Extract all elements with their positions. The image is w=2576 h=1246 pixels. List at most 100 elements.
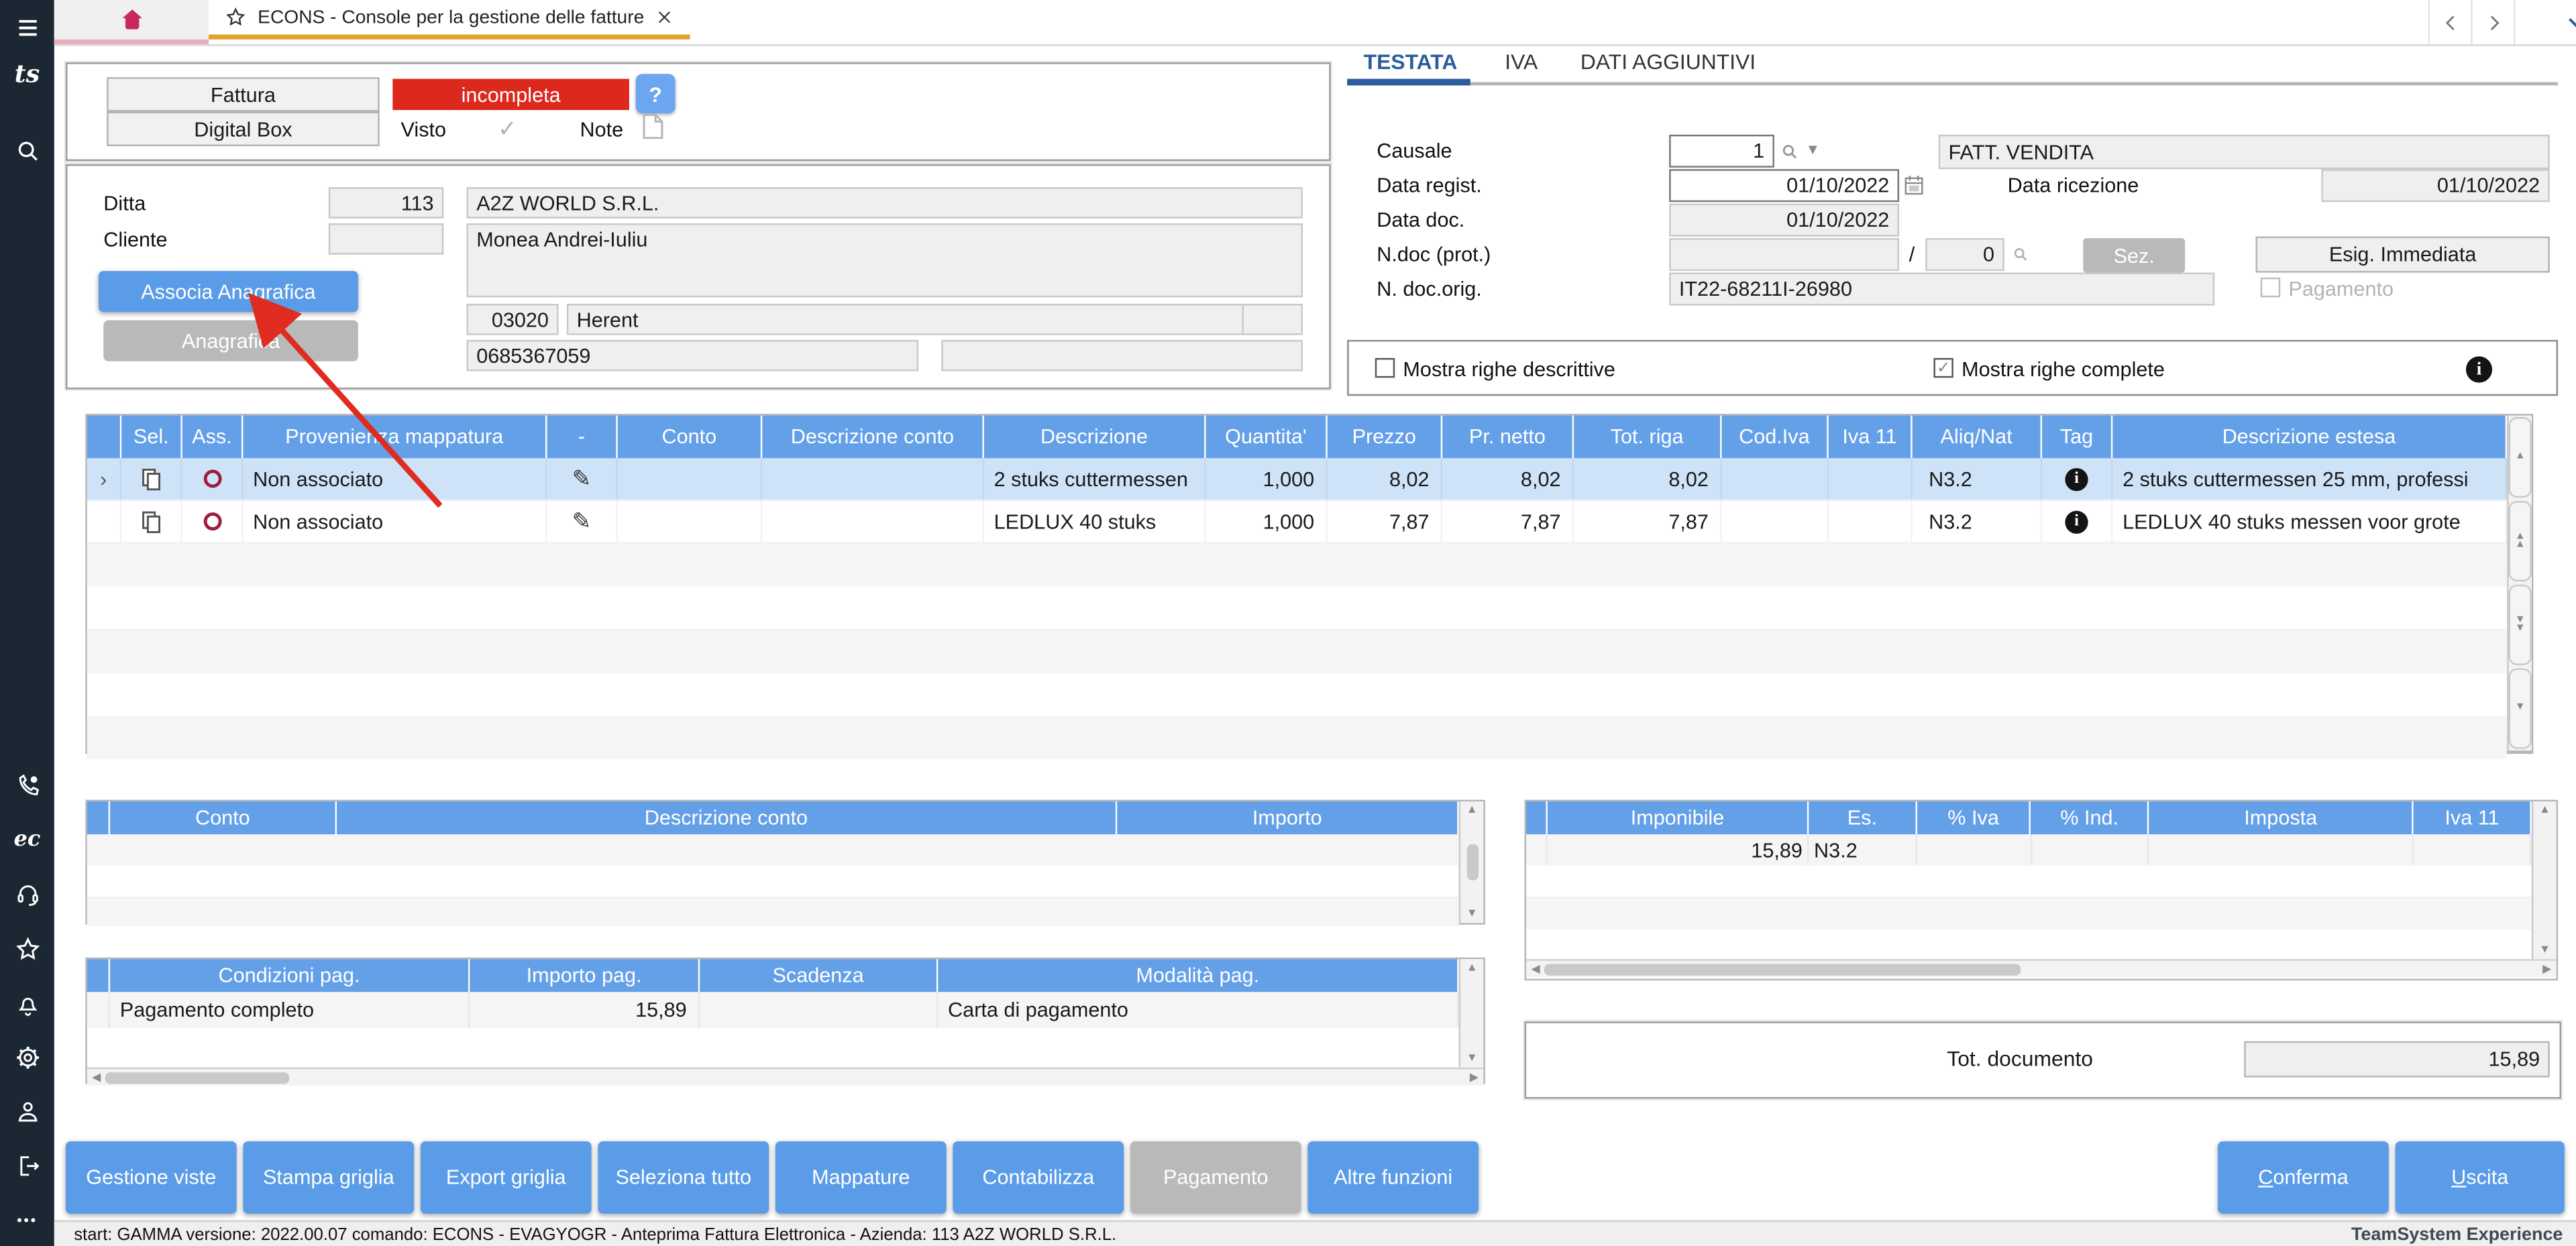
- scroll-up-icon[interactable]: ▲: [1466, 962, 1478, 974]
- search-icon[interactable]: [13, 136, 42, 164]
- edit-cell[interactable]: ✎: [547, 501, 618, 542]
- scroll-left-icon[interactable]: ◀: [1531, 962, 1540, 976]
- causale-dropdown-icon[interactable]: ▼: [1805, 141, 1820, 158]
- digital-box-button[interactable]: Digital Box: [107, 112, 380, 146]
- column-header[interactable]: Descrizione conto: [337, 801, 1117, 834]
- mostra-complete-checkbox[interactable]: ✓: [1933, 358, 1953, 378]
- pagamenti-horizontal-scrollbar[interactable]: ◀ ▶: [87, 1068, 1484, 1086]
- mostra-descrittive-checkbox[interactable]: [1375, 358, 1395, 378]
- column-header[interactable]: Modalità pag.: [938, 959, 1458, 992]
- aliq-nat-cell[interactable]: N3.2: [1913, 501, 2042, 542]
- descrizione-cell[interactable]: LEDLUX 40 stuks: [984, 501, 1206, 542]
- column-header[interactable]: Tot. riga: [1574, 416, 1721, 459]
- pagamento-button[interactable]: Pagamento: [1130, 1141, 1301, 1214]
- column-header[interactable]: Pr. netto: [1442, 416, 1574, 459]
- column-header[interactable]: Provenienza mappatura: [243, 416, 547, 459]
- column-header[interactable]: Prezzo: [1328, 416, 1442, 459]
- copy-icon[interactable]: [140, 467, 162, 490]
- conto-cell[interactable]: [618, 501, 763, 542]
- tab-dati-aggiuntivi[interactable]: DATI AGGIUNTIVI: [1580, 49, 1756, 74]
- provincia-field[interactable]: [1242, 304, 1303, 335]
- cliente-name-field[interactable]: Monea Andrei-Iuliu: [467, 223, 1303, 297]
- tag-cell[interactable]: i: [2042, 458, 2112, 499]
- phone-contact-icon[interactable]: [13, 772, 42, 800]
- note-document-icon[interactable]: [643, 113, 664, 139]
- column-header[interactable]: Conto: [110, 801, 337, 834]
- iva-horizontal-scrollbar[interactable]: ◀ ▶: [1526, 959, 2557, 977]
- iva-grid-scrollbar[interactable]: ▲ ▼: [2532, 801, 2557, 959]
- seleziona-tutto-button[interactable]: Seleziona tutto: [598, 1141, 769, 1214]
- pr-netto-cell[interactable]: 7,87: [1442, 501, 1574, 542]
- conferma-button[interactable]: Conferma: [2218, 1141, 2389, 1214]
- column-header[interactable]: Descrizione estesa: [2112, 416, 2507, 459]
- sez-button[interactable]: Sez.: [2083, 238, 2185, 272]
- logout-icon[interactable]: [13, 1151, 42, 1180]
- close-tab-icon[interactable]: [655, 8, 674, 26]
- descrizione-conto-cell[interactable]: [762, 501, 984, 542]
- hamburger-menu-icon[interactable]: [13, 13, 42, 42]
- cod-iva-cell[interactable]: [1722, 458, 1829, 499]
- visto-check-icon[interactable]: ✓: [498, 115, 517, 143]
- ndoc-prot-field[interactable]: [1669, 238, 1899, 271]
- scroll-up-icon[interactable]: ▲: [1466, 805, 1478, 816]
- scroll-down-icon[interactable]: ▼: [2539, 944, 2551, 956]
- user-profile-icon[interactable]: [13, 1097, 42, 1125]
- scroll-right-icon[interactable]: ▶: [2542, 962, 2551, 976]
- scadenza-cell[interactable]: [700, 992, 938, 1028]
- more-options-icon[interactable]: •••: [13, 1206, 42, 1234]
- select-cell[interactable]: [121, 458, 182, 499]
- tab-testata[interactable]: TESTATA: [1364, 49, 1458, 74]
- conto-grid-scrollbar[interactable]: ▲ ▼: [1459, 801, 1484, 923]
- column-header[interactable]: Importo: [1117, 801, 1458, 834]
- causale-search-icon[interactable]: [1781, 143, 1799, 161]
- imponibile-cell[interactable]: 15,89: [1548, 834, 1809, 866]
- imposta-cell[interactable]: [2149, 834, 2414, 866]
- altre-funzioni-button[interactable]: Altre funzioni: [1307, 1141, 1479, 1214]
- gear-settings-icon[interactable]: [13, 1043, 42, 1071]
- data-regist-input[interactable]: 01/10/2022: [1669, 169, 1899, 202]
- table-row[interactable]: 15,89 N3.2: [1526, 834, 2532, 866]
- pr-netto-cell[interactable]: 8,02: [1442, 458, 1574, 499]
- column-header[interactable]: Imposta: [2149, 801, 2414, 834]
- perc-iva-cell[interactable]: [1917, 834, 2032, 866]
- cap-field[interactable]: 03020: [467, 304, 559, 335]
- iva11-cell[interactable]: [1829, 501, 1913, 542]
- column-header[interactable]: Tag: [2042, 416, 2112, 459]
- column-header[interactable]: Scadenza: [700, 959, 938, 992]
- provenienza-cell[interactable]: Non associato: [243, 501, 547, 542]
- econs-tab[interactable]: ECONS - Console per la gestione delle fa…: [209, 0, 690, 40]
- scroll-up-icon[interactable]: ▲: [2539, 805, 2551, 816]
- email-field[interactable]: [941, 340, 1303, 372]
- column-header[interactable]: Iva 11: [2414, 801, 2531, 834]
- bell-notifications-icon[interactable]: [13, 988, 42, 1017]
- scroll-down-icon[interactable]: ▼: [1466, 908, 1478, 919]
- es-cell[interactable]: N3.2: [1809, 834, 1917, 866]
- esig-immediata-button[interactable]: Esig. Immediata: [2255, 237, 2549, 273]
- ec-icon[interactable]: ec: [13, 826, 42, 854]
- select-cell[interactable]: [121, 501, 182, 542]
- column-header[interactable]: Cod.Iva: [1722, 416, 1829, 459]
- star-favorites-icon[interactable]: [13, 934, 42, 962]
- column-header[interactable]: Iva 11: [1829, 416, 1913, 459]
- column-header[interactable]: Conto: [618, 416, 763, 459]
- scroll-thumb[interactable]: [1545, 963, 2021, 974]
- scroll-down-icon[interactable]: ▼: [2509, 669, 2532, 749]
- tab-scroll-left-icon[interactable]: [2430, 0, 2471, 44]
- cliente-code-field[interactable]: [329, 223, 443, 255]
- table-row[interactable]: Non associato ✎ LEDLUX 40 stuks 1,000 7,…: [87, 501, 2507, 544]
- tab-list-dropdown-icon[interactable]: [2532, 0, 2576, 44]
- tab-iva[interactable]: IVA: [1505, 49, 1538, 74]
- column-header[interactable]: -: [547, 416, 618, 459]
- info-icon[interactable]: i: [2065, 510, 2088, 532]
- scroll-down-icon[interactable]: ▼: [1466, 1053, 1478, 1064]
- grid-vertical-scrollbar[interactable]: ▲ ▲▲ ▼▼ ▼: [2507, 416, 2532, 751]
- descrizione-estesa-cell[interactable]: 2 stuks cuttermessen 25 mm, professi: [2112, 458, 2507, 499]
- telefono-field[interactable]: 0685367059: [467, 340, 918, 372]
- provenienza-cell[interactable]: Non associato: [243, 458, 547, 499]
- column-header[interactable]: Imponibile: [1548, 801, 1809, 834]
- column-header[interactable]: [87, 416, 121, 459]
- column-header[interactable]: Condizioni pag.: [110, 959, 470, 992]
- tot-riga-cell[interactable]: 7,87: [1574, 501, 1721, 542]
- column-header[interactable]: Descrizione: [984, 416, 1206, 459]
- scroll-right-icon[interactable]: ▶: [1470, 1071, 1479, 1084]
